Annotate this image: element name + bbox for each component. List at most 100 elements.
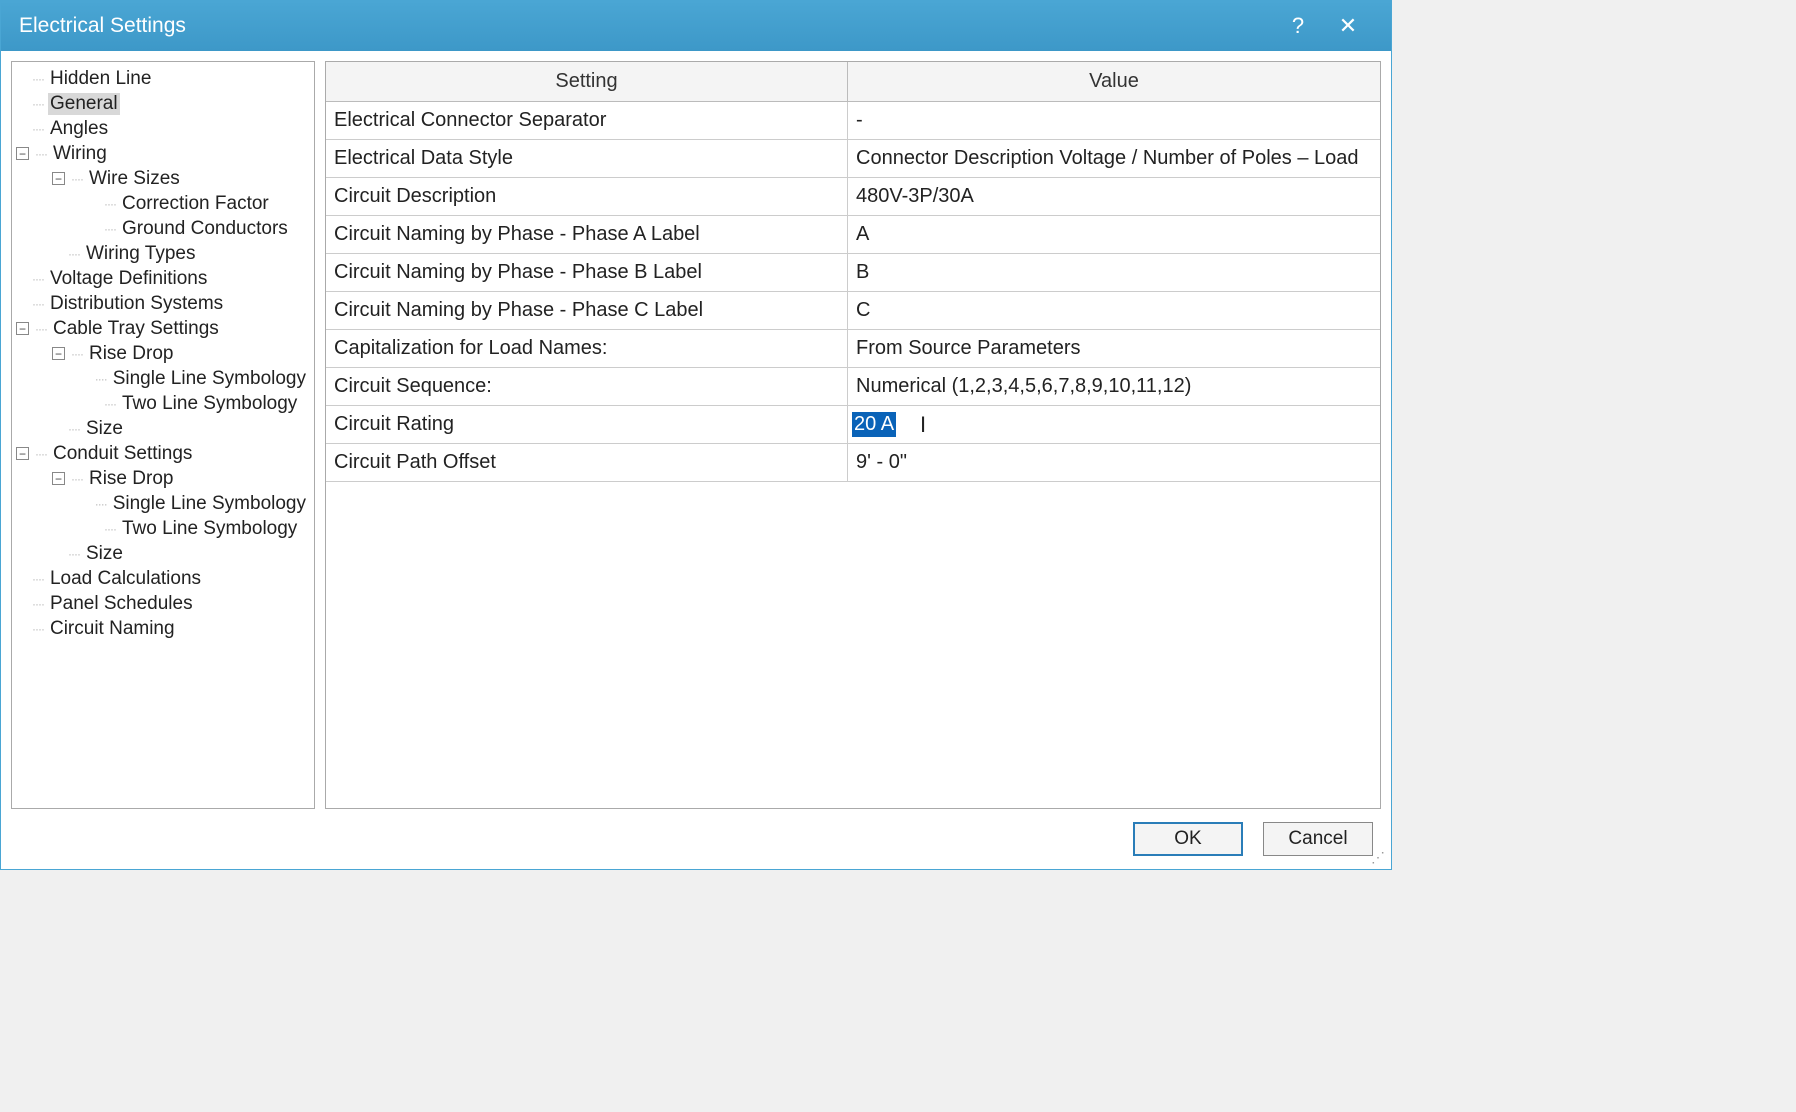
- tree-item-label: Single Line Symbology: [111, 493, 308, 515]
- tree-item-label: Wiring Types: [84, 243, 197, 265]
- tree-item-label: Size: [84, 418, 125, 440]
- grid-row[interactable]: Circuit Description480V-3P/30A: [326, 178, 1380, 216]
- grid-row[interactable]: Circuit Path Offset9' - 0": [326, 444, 1380, 482]
- tree-item-label: Cable Tray Settings: [51, 318, 221, 340]
- setting-label: Circuit Naming by Phase - Phase A Label: [326, 216, 848, 253]
- tree-item[interactable]: ····Single Line Symbology: [12, 491, 314, 516]
- cancel-button[interactable]: Cancel: [1263, 822, 1373, 856]
- tree-item-label: Hidden Line: [48, 68, 153, 90]
- tree-item-label: General: [48, 93, 120, 115]
- tree-item-label: Distribution Systems: [48, 293, 225, 315]
- tree-item[interactable]: ····Wiring Types: [12, 241, 314, 266]
- tree-item-label: Rise Drop: [87, 468, 175, 490]
- help-button[interactable]: ?: [1273, 1, 1323, 51]
- tree-item[interactable]: −····Wire Sizes: [12, 166, 314, 191]
- header-value[interactable]: Value: [848, 62, 1380, 101]
- setting-label: Circuit Sequence:: [326, 368, 848, 405]
- grid-header: Setting Value: [326, 62, 1380, 102]
- tree-item-label: Voltage Definitions: [48, 268, 209, 290]
- tree-item[interactable]: ····Two Line Symbology: [12, 516, 314, 541]
- tree-item[interactable]: −····Conduit Settings: [12, 441, 314, 466]
- setting-value[interactable]: -: [848, 102, 1380, 139]
- tree-item-label: Two Line Symbology: [120, 393, 299, 415]
- edit-selection: 20 A: [852, 412, 896, 437]
- setting-value[interactable]: 20 A I: [848, 406, 1380, 443]
- ok-button[interactable]: OK: [1133, 822, 1243, 856]
- help-icon: ?: [1292, 13, 1304, 39]
- grid-row[interactable]: Circuit Naming by Phase - Phase A LabelA: [326, 216, 1380, 254]
- tree-panel[interactable]: ····Hidden Line····General····Angles−···…: [11, 61, 315, 809]
- setting-label: Capitalization for Load Names:: [326, 330, 848, 367]
- tree-item[interactable]: ····General: [12, 91, 314, 116]
- setting-value[interactable]: From Source Parameters: [848, 330, 1380, 367]
- grid-body: Electrical Connector Separator-Electrica…: [326, 102, 1380, 808]
- dialog-content: ····Hidden Line····General····Angles−···…: [1, 51, 1391, 809]
- grid-row[interactable]: Circuit Naming by Phase - Phase C LabelC: [326, 292, 1380, 330]
- close-icon: ✕: [1339, 13, 1357, 39]
- grid-row[interactable]: Capitalization for Load Names:From Sourc…: [326, 330, 1380, 368]
- settings-grid: Setting Value Electrical Connector Separ…: [325, 61, 1381, 809]
- tree-item[interactable]: ····Ground Conductors: [12, 216, 314, 241]
- tree-item-label: Angles: [48, 118, 110, 140]
- setting-label: Circuit Rating: [326, 406, 848, 443]
- tree-item[interactable]: ····Size: [12, 541, 314, 566]
- tree-item-label: Size: [84, 543, 125, 565]
- tree-item-label: Panel Schedules: [48, 593, 195, 615]
- setting-value[interactable]: B: [848, 254, 1380, 291]
- tree-item[interactable]: ····Voltage Definitions: [12, 266, 314, 291]
- collapse-icon[interactable]: −: [52, 472, 65, 485]
- collapse-icon[interactable]: −: [16, 322, 29, 335]
- collapse-icon[interactable]: −: [16, 447, 29, 460]
- setting-label: Electrical Connector Separator: [326, 102, 848, 139]
- tree-item[interactable]: ····Panel Schedules: [12, 591, 314, 616]
- tree-item-label: Wire Sizes: [87, 168, 182, 190]
- setting-value[interactable]: Connector Description Voltage / Number o…: [848, 140, 1380, 177]
- tree-item[interactable]: ····Size: [12, 416, 314, 441]
- tree-item-label: Wiring: [51, 143, 109, 165]
- tree-item-label: Two Line Symbology: [120, 518, 299, 540]
- tree-item-label: Circuit Naming: [48, 618, 177, 640]
- setting-label: Circuit Naming by Phase - Phase B Label: [326, 254, 848, 291]
- collapse-icon[interactable]: −: [52, 347, 65, 360]
- grid-row[interactable]: Electrical Connector Separator-: [326, 102, 1380, 140]
- tree-item-label: Ground Conductors: [120, 218, 290, 240]
- setting-label: Circuit Naming by Phase - Phase C Label: [326, 292, 848, 329]
- tree-item-label: Load Calculations: [48, 568, 203, 590]
- tree-item[interactable]: ····Distribution Systems: [12, 291, 314, 316]
- setting-value[interactable]: 480V-3P/30A: [848, 178, 1380, 215]
- tree-item-label: Single Line Symbology: [111, 368, 308, 390]
- text-cursor-icon: I: [920, 412, 926, 438]
- close-button[interactable]: ✕: [1323, 1, 1373, 51]
- tree-item[interactable]: ····Load Calculations: [12, 566, 314, 591]
- grid-row[interactable]: Circuit Sequence:Numerical (1,2,3,4,5,6,…: [326, 368, 1380, 406]
- grid-row[interactable]: Circuit Naming by Phase - Phase B LabelB: [326, 254, 1380, 292]
- setting-label: Circuit Path Offset: [326, 444, 848, 481]
- dialog-footer: OK Cancel: [1, 809, 1391, 869]
- collapse-icon[interactable]: −: [52, 172, 65, 185]
- setting-value[interactable]: 9' - 0": [848, 444, 1380, 481]
- setting-value[interactable]: A: [848, 216, 1380, 253]
- dialog-title: Electrical Settings: [19, 14, 186, 38]
- setting-label: Electrical Data Style: [326, 140, 848, 177]
- tree-item[interactable]: ····Circuit Naming: [12, 616, 314, 641]
- resize-grip-icon[interactable]: ⋰: [1371, 849, 1387, 865]
- grid-row[interactable]: Circuit Rating20 A I: [326, 406, 1380, 444]
- tree-item[interactable]: −····Rise Drop: [12, 341, 314, 366]
- tree-item[interactable]: ····Two Line Symbology: [12, 391, 314, 416]
- tree-item[interactable]: ····Single Line Symbology: [12, 366, 314, 391]
- tree-item[interactable]: ····Hidden Line: [12, 66, 314, 91]
- collapse-icon[interactable]: −: [16, 147, 29, 160]
- titlebar: Electrical Settings ? ✕: [1, 1, 1391, 51]
- header-setting[interactable]: Setting: [326, 62, 848, 101]
- tree-item[interactable]: ····Correction Factor: [12, 191, 314, 216]
- tree-item[interactable]: ····Angles: [12, 116, 314, 141]
- tree-item-label: Rise Drop: [87, 343, 175, 365]
- tree-item[interactable]: −····Wiring: [12, 141, 314, 166]
- grid-row[interactable]: Electrical Data StyleConnector Descripti…: [326, 140, 1380, 178]
- setting-label: Circuit Description: [326, 178, 848, 215]
- tree-item-label: Conduit Settings: [51, 443, 194, 465]
- setting-value[interactable]: C: [848, 292, 1380, 329]
- setting-value[interactable]: Numerical (1,2,3,4,5,6,7,8,9,10,11,12): [848, 368, 1380, 405]
- tree-item[interactable]: −····Cable Tray Settings: [12, 316, 314, 341]
- tree-item[interactable]: −····Rise Drop: [12, 466, 314, 491]
